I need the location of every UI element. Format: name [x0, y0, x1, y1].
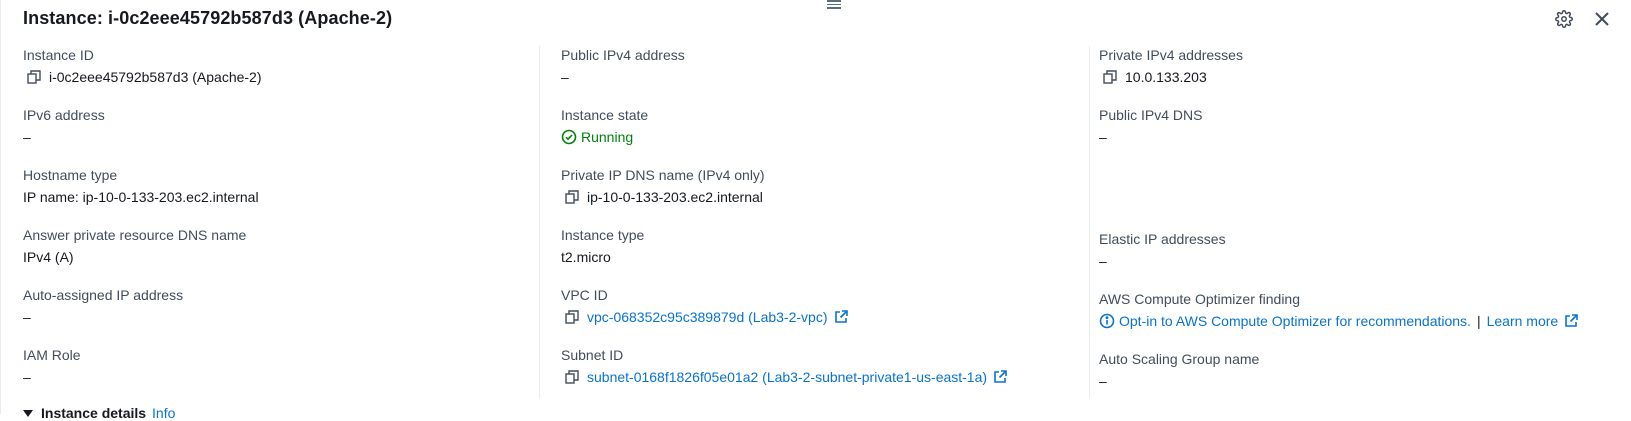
field-hostname-type: Hostname type IP name: ip-10-0-133-203.e…	[23, 166, 543, 226]
section-title: Instance details	[41, 405, 147, 421]
external-link-icon[interactable]	[834, 310, 848, 324]
details-column-1: Instance ID i-0c2eee45792b587d3 (Apache-…	[23, 46, 543, 406]
field-label: Auto-assigned IP address	[23, 287, 184, 303]
panel-title: Instance: i-0c2eee45792b587d3 (Apache-2)	[23, 8, 393, 28]
field-value: –	[23, 129, 31, 145]
details-column-3: Private IPv4 addresses 10.0.133.203 Publ…	[1099, 46, 1619, 410]
external-link-icon[interactable]	[993, 370, 1007, 384]
field-auto-scaling-group: Auto Scaling Group name –	[1099, 350, 1619, 410]
field-vpc-id: VPC ID vpc-068352c95c389879d (Lab3-2-vpc…	[561, 286, 1081, 346]
close-button[interactable]	[1591, 8, 1613, 30]
field-empty	[1099, 170, 1619, 230]
field-ipv6-address: IPv6 address –	[23, 106, 543, 166]
field-label: IPv6 address	[23, 107, 105, 123]
details-column-2: Public IPv4 address – Instance state Run…	[561, 46, 1081, 406]
learn-more-link[interactable]: Learn more	[1487, 312, 1559, 330]
field-public-ipv4-dns: Public IPv4 DNS –	[1099, 106, 1619, 166]
column-divider	[539, 46, 540, 398]
instance-details-panel: Instance: i-0c2eee45792b587d3 (Apache-2)…	[0, 0, 1631, 421]
field-label: Subnet ID	[561, 347, 624, 363]
resize-handle[interactable]	[827, 0, 841, 9]
field-label: Private IPv4 addresses	[1099, 47, 1243, 63]
field-instance-state: Instance state Running	[561, 106, 1081, 166]
caret-down-icon	[23, 409, 33, 417]
field-compute-optimizer: AWS Compute Optimizer finding Opt-in to …	[1099, 290, 1619, 350]
check-circle-icon	[561, 129, 577, 145]
external-link-icon[interactable]	[1564, 314, 1578, 328]
field-label: Instance type	[561, 227, 645, 243]
field-label: Auto Scaling Group name	[1099, 351, 1260, 367]
field-label: Answer private resource DNS name	[23, 227, 247, 243]
column-divider	[1089, 46, 1090, 398]
field-instance-id: Instance ID i-0c2eee45792b587d3 (Apache-…	[23, 46, 543, 106]
private-ipv4-value: 10.0.133.203	[1125, 69, 1207, 85]
gear-icon	[1555, 10, 1573, 28]
field-value: –	[23, 309, 31, 325]
status-badge: Running	[581, 129, 634, 145]
field-elastic-ip: Elastic IP addresses –	[1099, 230, 1619, 290]
field-public-ipv4: Public IPv4 address –	[561, 46, 1081, 106]
field-label: Hostname type	[23, 167, 118, 183]
field-label: Instance ID	[23, 47, 94, 63]
info-icon	[1099, 313, 1115, 329]
field-label: Public IPv4 address	[561, 47, 685, 63]
opt-in-link[interactable]: Opt-in to AWS Compute Optimizer for reco…	[1119, 312, 1471, 330]
field-label: Public IPv4 DNS	[1099, 107, 1203, 123]
field-answer-private-dns: Answer private resource DNS name IPv4 (A…	[23, 226, 543, 286]
copy-icon[interactable]	[565, 370, 579, 384]
copy-icon[interactable]	[1103, 70, 1117, 84]
instance-id-value: i-0c2eee45792b587d3 (Apache-2)	[49, 69, 262, 85]
field-auto-assigned-ip: Auto-assigned IP address –	[23, 286, 543, 346]
info-link[interactable]: Info	[152, 405, 175, 421]
field-label: Elastic IP addresses	[1099, 231, 1226, 247]
field-value: t2.micro	[561, 249, 611, 265]
field-value: –	[23, 369, 31, 385]
separator: |	[1476, 313, 1481, 329]
field-label: AWS Compute Optimizer finding	[1099, 291, 1300, 307]
field-iam-role: IAM Role –	[23, 346, 543, 406]
private-dns-value: ip-10-0-133-203.ec2.internal	[587, 189, 763, 205]
field-label: Private IP DNS name (IPv4 only)	[561, 167, 765, 183]
vpc-id-link[interactable]: vpc-068352c95c389879d (Lab3-2-vpc)	[587, 308, 828, 326]
field-value: –	[561, 69, 569, 85]
field-value: –	[1099, 373, 1107, 389]
panel-actions	[1553, 8, 1613, 30]
instance-details-section-toggle[interactable]: Instance details Info	[23, 405, 175, 421]
field-private-ip-dns: Private IP DNS name (IPv4 only) ip-10-0-…	[561, 166, 1081, 226]
field-subnet-id: Subnet ID subnet-0168f1826f05e01a2 (Lab3…	[561, 346, 1081, 406]
close-icon	[1595, 12, 1609, 26]
field-value: –	[1099, 129, 1107, 145]
field-value: IP name: ip-10-0-133-203.ec2.internal	[23, 189, 259, 205]
copy-icon[interactable]	[565, 190, 579, 204]
field-label: Instance state	[561, 107, 649, 123]
subnet-id-link[interactable]: subnet-0168f1826f05e01a2 (Lab3-2-subnet-…	[587, 368, 987, 386]
field-value: IPv4 (A)	[23, 249, 74, 265]
field-private-ipv4: Private IPv4 addresses 10.0.133.203	[1099, 46, 1619, 106]
copy-icon[interactable]	[565, 310, 579, 324]
settings-button[interactable]	[1553, 8, 1575, 30]
field-value: –	[1099, 253, 1107, 269]
field-label: VPC ID	[561, 287, 608, 303]
copy-icon[interactable]	[27, 70, 41, 84]
field-instance-type: Instance type t2.micro	[561, 226, 1081, 286]
field-label: IAM Role	[23, 347, 81, 363]
